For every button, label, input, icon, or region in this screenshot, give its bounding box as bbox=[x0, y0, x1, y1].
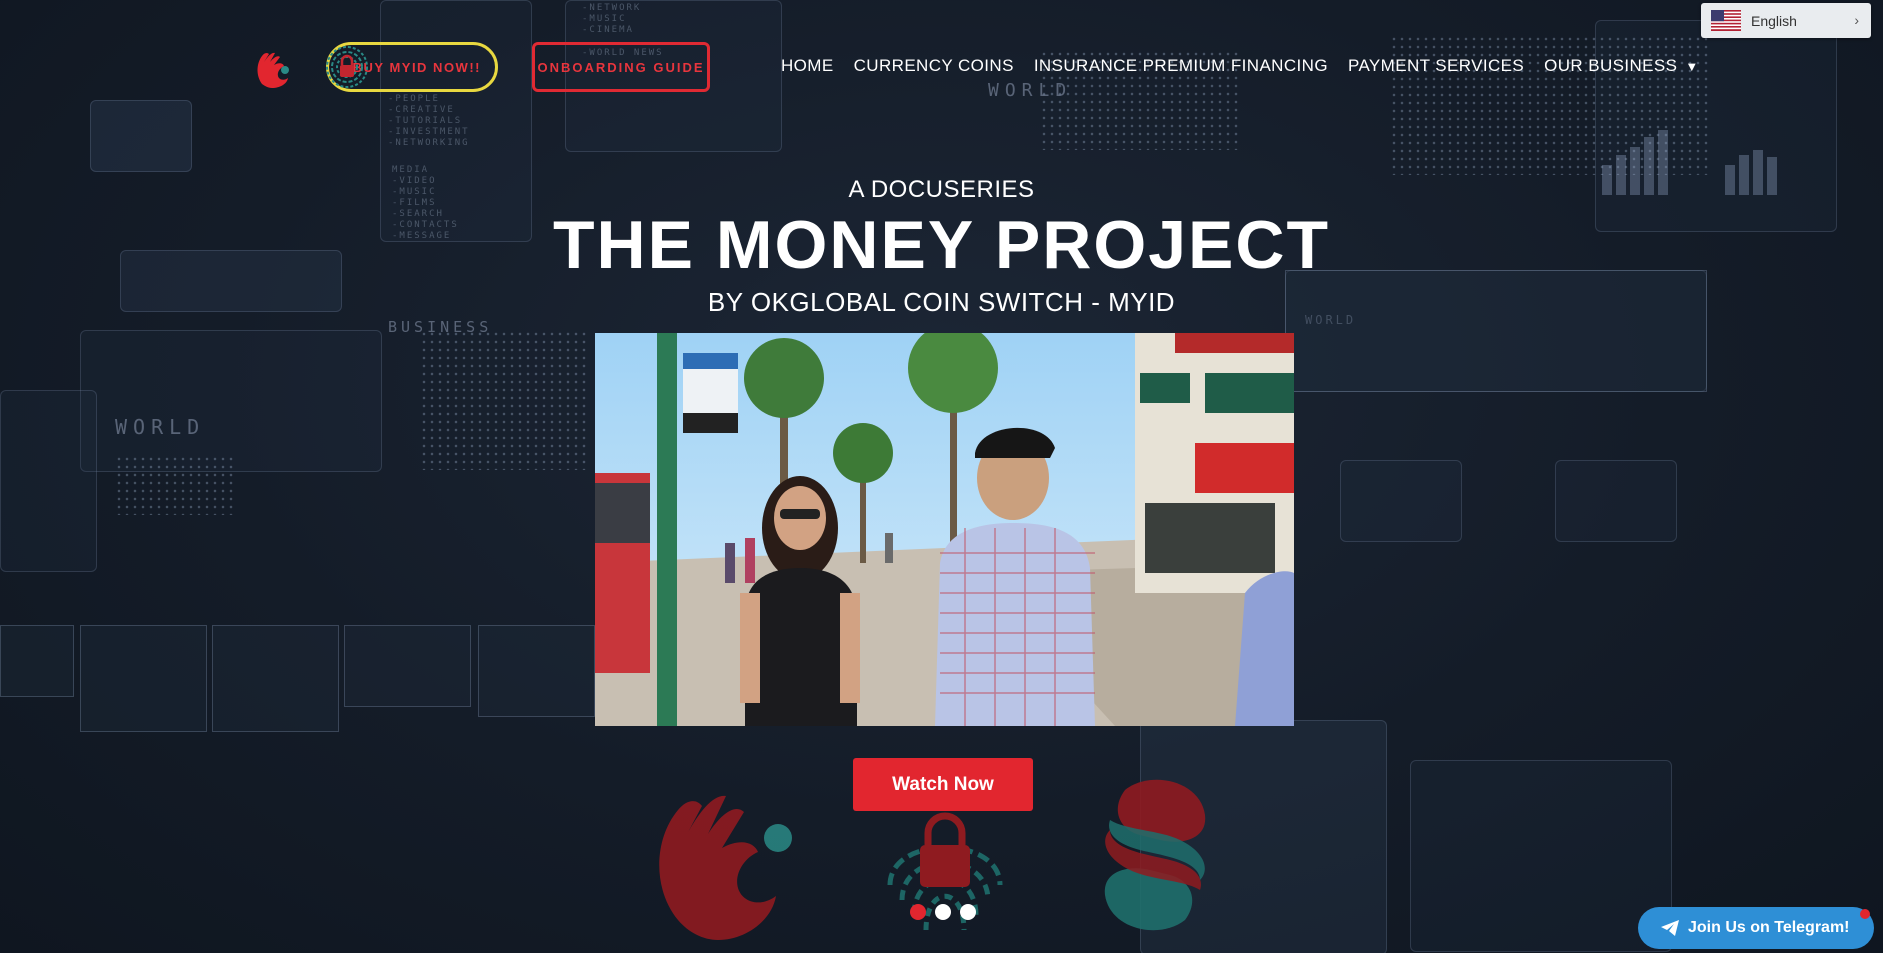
carousel-dot[interactable] bbox=[910, 904, 926, 920]
onboarding-guide-label: ONBOARDING GUIDE bbox=[537, 59, 705, 75]
bg-chart-box bbox=[478, 625, 595, 717]
nav-our-business[interactable]: OUR BUSINESS ▼ bbox=[1544, 56, 1699, 76]
language-label: English bbox=[1751, 12, 1797, 29]
bg-chart-box bbox=[212, 625, 339, 732]
carousel-pagination bbox=[910, 904, 976, 920]
fingerprint-lock-icon bbox=[326, 46, 368, 88]
bg-panel bbox=[1340, 460, 1462, 542]
okglobal-logo-icon[interactable] bbox=[254, 46, 294, 88]
onboarding-guide-button[interactable]: ONBOARDING GUIDE bbox=[532, 42, 710, 92]
bg-panel bbox=[80, 330, 382, 472]
caret-down-icon: ▼ bbox=[1685, 59, 1699, 74]
nav-currency-coins[interactable]: CURRENCY COINS bbox=[854, 56, 1014, 76]
hero-title: THE MONEY PROJECT bbox=[552, 207, 1331, 283]
okglobal-hand-logo-icon bbox=[659, 795, 792, 940]
us-flag-icon bbox=[1711, 10, 1741, 31]
watch-now-button[interactable]: Watch Now bbox=[853, 758, 1033, 811]
bg-panel bbox=[1555, 460, 1677, 542]
video-thumbnail[interactable] bbox=[595, 333, 1294, 726]
nav-our-business-label: OUR BUSINESS bbox=[1544, 56, 1678, 75]
join-telegram-label: Join Us on Telegram! bbox=[1688, 919, 1850, 936]
site-header: BUY MYID NOW!! ONBOARDING GUIDE HOME CUR… bbox=[0, 0, 1883, 130]
bg-world-map-dots bbox=[420, 330, 590, 470]
nav-payment-services[interactable]: PAYMENT SERVICES bbox=[1348, 56, 1524, 76]
bg-business-label: BUSINESS bbox=[388, 318, 493, 336]
bg-world-map-dots bbox=[115, 455, 235, 515]
nav-insurance-premium-financing[interactable]: INSURANCE PREMIUM FINANCING bbox=[1034, 56, 1328, 76]
chevron-right-icon: › bbox=[1854, 12, 1859, 28]
nav-home[interactable]: HOME bbox=[781, 56, 834, 76]
video-scene-image bbox=[595, 333, 1294, 726]
telegram-plane-icon bbox=[1661, 920, 1679, 936]
hero-subtitle: BY OKGLOBAL COIN SWITCH - MYID bbox=[707, 287, 1176, 317]
main-nav: HOME CURRENCY COINS INSURANCE PREMIUM FI… bbox=[781, 56, 1719, 76]
coin-switch-logo-icon bbox=[1104, 779, 1206, 931]
bg-chart-box bbox=[80, 625, 207, 732]
bg-world-label: WORLD bbox=[115, 415, 206, 439]
bg-panel bbox=[1410, 760, 1672, 952]
carousel-dot[interactable] bbox=[960, 904, 976, 920]
bg-chart-box bbox=[344, 625, 471, 707]
bg-chart-box bbox=[0, 625, 74, 697]
hero-eyebrow: A DOCUSERIES bbox=[848, 176, 1035, 203]
join-telegram-button[interactable]: Join Us on Telegram! bbox=[1638, 907, 1874, 949]
notification-dot bbox=[1860, 909, 1870, 919]
buy-myid-label: BUY MYID NOW!! bbox=[352, 59, 481, 75]
carousel-dot[interactable] bbox=[935, 904, 951, 920]
language-selector[interactable]: English › bbox=[1701, 3, 1871, 38]
buy-myid-button[interactable]: BUY MYID NOW!! bbox=[326, 42, 498, 92]
bg-panel bbox=[0, 390, 97, 572]
